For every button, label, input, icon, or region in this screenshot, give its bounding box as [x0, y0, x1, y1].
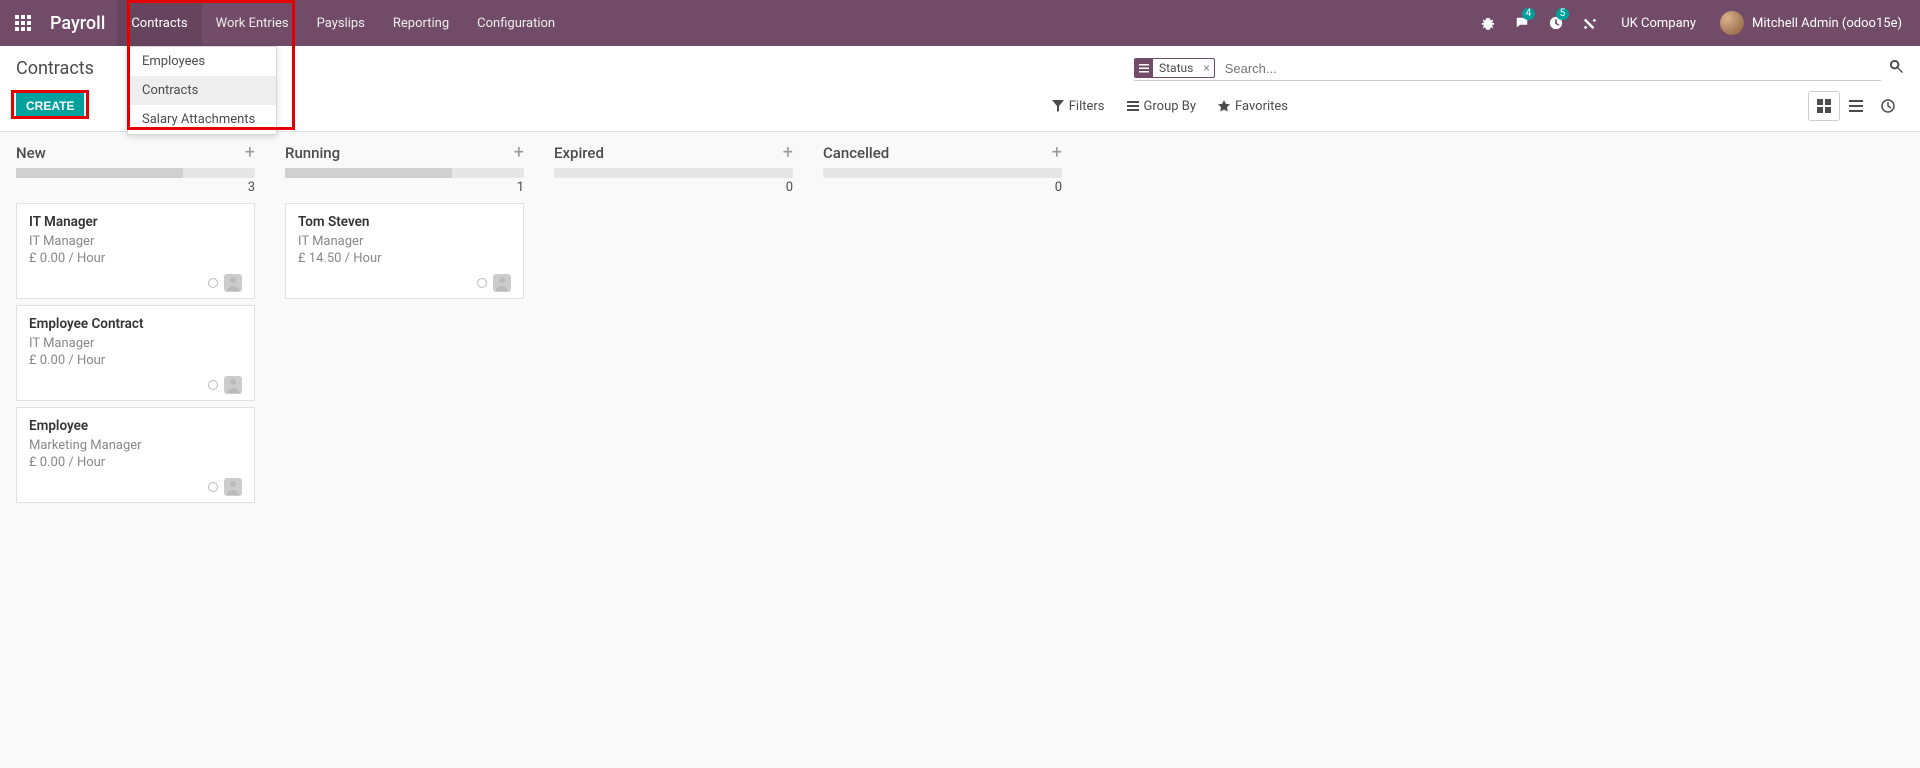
search-box[interactable]: Status ×: [1134, 56, 1881, 81]
kanban-card-title: Employee Contract: [29, 316, 242, 332]
filter-icon: [1052, 100, 1064, 112]
filters-label: Filters: [1069, 99, 1105, 114]
kanban-card-subtitle: Marketing Manager: [29, 438, 242, 453]
kanban-state-dot-icon[interactable]: [208, 278, 218, 288]
facet-remove-icon[interactable]: ×: [1199, 61, 1213, 75]
kanban-column-count: 0: [546, 178, 801, 203]
nav-reporting[interactable]: Reporting: [379, 0, 463, 46]
kanban-column: Cancelled +0: [815, 140, 1070, 203]
nav-contracts[interactable]: Contracts: [117, 0, 201, 46]
debug-icon[interactable]: [1473, 0, 1503, 46]
groupby-menu[interactable]: Group By: [1127, 99, 1197, 114]
kanban-column-count: 3: [8, 178, 263, 203]
kanban-card[interactable]: Employee Marketing Manager £ 0.00 / Hour: [16, 407, 255, 503]
kanban-card-avatar[interactable]: [493, 274, 511, 292]
kanban-progress-bar: [16, 168, 255, 178]
kanban-column: Running +1 Tom Steven IT Manager £ 14.50 / H…: [277, 140, 532, 305]
nav-items: Contracts Work Entries Payslips Reportin…: [117, 0, 569, 46]
settings-icon[interactable]: [1575, 0, 1605, 46]
favorites-label: Favorites: [1235, 99, 1288, 114]
dropdown-employees[interactable]: Employees: [128, 47, 276, 76]
kanban-column-title[interactable]: New: [16, 144, 46, 162]
activity-view-button[interactable]: [1872, 91, 1904, 121]
kanban-card-rate: £ 0.00 / Hour: [29, 251, 242, 266]
control-panel: Contracts Status × CREATE Filters Gr: [0, 46, 1920, 132]
kanban-column: New+3IT ManagerIT Manager£ 0.00 / HourEm…: [8, 140, 263, 509]
kanban-column-add-icon[interactable]: +: [514, 144, 524, 162]
apps-icon[interactable]: [0, 0, 46, 46]
kanban-card[interactable]: Employee Contract IT Manager £ 0.00 / Hour: [16, 305, 255, 401]
kanban-column-add-icon[interactable]: +: [1052, 144, 1062, 162]
kanban-card[interactable]: Tom Steven IT Manager £ 14.50 / Hour: [285, 203, 524, 299]
company-selector[interactable]: UK Company: [1609, 16, 1708, 31]
kanban-progress-bar: [823, 168, 1062, 178]
create-button[interactable]: CREATE: [16, 93, 84, 119]
search-facet-status[interactable]: Status ×: [1134, 58, 1215, 78]
kanban-card-subtitle: IT Manager: [29, 336, 242, 351]
nav-configuration[interactable]: Configuration: [463, 0, 569, 46]
kanban-state-dot-icon[interactable]: [208, 482, 218, 492]
messages-icon[interactable]: 4: [1507, 0, 1537, 46]
facet-label: Status: [1153, 60, 1199, 76]
view-switcher: [1808, 91, 1904, 121]
kanban-state-dot-icon[interactable]: [208, 380, 218, 390]
kanban-progress-bar: [285, 168, 524, 178]
favorites-menu[interactable]: Favorites: [1218, 99, 1288, 114]
kanban-card-rate: £ 14.50 / Hour: [298, 251, 511, 266]
kanban-column-title[interactable]: Cancelled: [823, 144, 889, 162]
activities-icon[interactable]: 5: [1541, 0, 1571, 46]
dropdown-salary-attachments[interactable]: Salary Attachments: [128, 105, 276, 134]
kanban-card-rate: £ 0.00 / Hour: [29, 455, 242, 470]
nav-work-entries[interactable]: Work Entries: [202, 0, 303, 46]
kanban-card-subtitle: IT Manager: [298, 234, 511, 249]
kanban-card-rate: £ 0.00 / Hour: [29, 353, 242, 368]
kanban-column: Expired +0: [546, 140, 801, 203]
top-nav: Payroll Contracts Work Entries Payslips …: [0, 0, 1920, 46]
kanban-progress-bar: [554, 168, 793, 178]
star-icon: [1218, 100, 1230, 112]
topnav-right: 4 5 UK Company Mitchell Admin (odoo15e): [1473, 0, 1920, 46]
kanban-card-title: Employee: [29, 418, 242, 434]
kanban-card-avatar[interactable]: [224, 274, 242, 292]
page-title: Contracts: [16, 58, 94, 79]
filters-menu[interactable]: Filters: [1052, 99, 1105, 114]
dropdown-contracts[interactable]: Contracts: [128, 76, 276, 105]
kanban-card-title: IT Manager: [29, 214, 242, 230]
kanban-board: New+3IT ManagerIT Manager£ 0.00 / HourEm…: [0, 132, 1920, 517]
groupby-menu-icon: [1127, 100, 1139, 112]
list-view-button[interactable]: [1840, 91, 1872, 121]
contracts-dropdown: Employees Contracts Salary Attachments: [127, 46, 277, 135]
kanban-column-add-icon[interactable]: +: [783, 144, 793, 162]
kanban-column-add-icon[interactable]: +: [245, 144, 255, 162]
kanban-state-dot-icon[interactable]: [477, 278, 487, 288]
kanban-card-avatar[interactable]: [224, 478, 242, 496]
kanban-card-title: Tom Steven: [298, 214, 511, 230]
user-name: Mitchell Admin (odoo15e): [1752, 16, 1902, 31]
kanban-card-avatar[interactable]: [224, 376, 242, 394]
kanban-card-subtitle: IT Manager: [29, 234, 242, 249]
search-input[interactable]: [1221, 59, 1881, 78]
kanban-column-title[interactable]: Running: [285, 144, 340, 162]
app-brand[interactable]: Payroll: [46, 13, 117, 34]
kanban-view-button[interactable]: [1808, 91, 1840, 121]
messages-badge: 4: [1522, 8, 1536, 20]
kanban-column-title[interactable]: Expired: [554, 144, 604, 162]
groupby-label: Group By: [1144, 99, 1197, 114]
search-icon[interactable]: [1889, 59, 1904, 78]
kanban-column-count: 1: [277, 178, 532, 203]
activities-badge: 5: [1556, 8, 1570, 20]
nav-payslips[interactable]: Payslips: [303, 0, 379, 46]
kanban-column-count: 0: [815, 178, 1070, 203]
user-menu[interactable]: Mitchell Admin (odoo15e): [1712, 11, 1910, 35]
kanban-card[interactable]: IT Manager IT Manager £ 0.00 / Hour: [16, 203, 255, 299]
avatar: [1720, 11, 1744, 35]
groupby-icon: [1135, 59, 1153, 77]
